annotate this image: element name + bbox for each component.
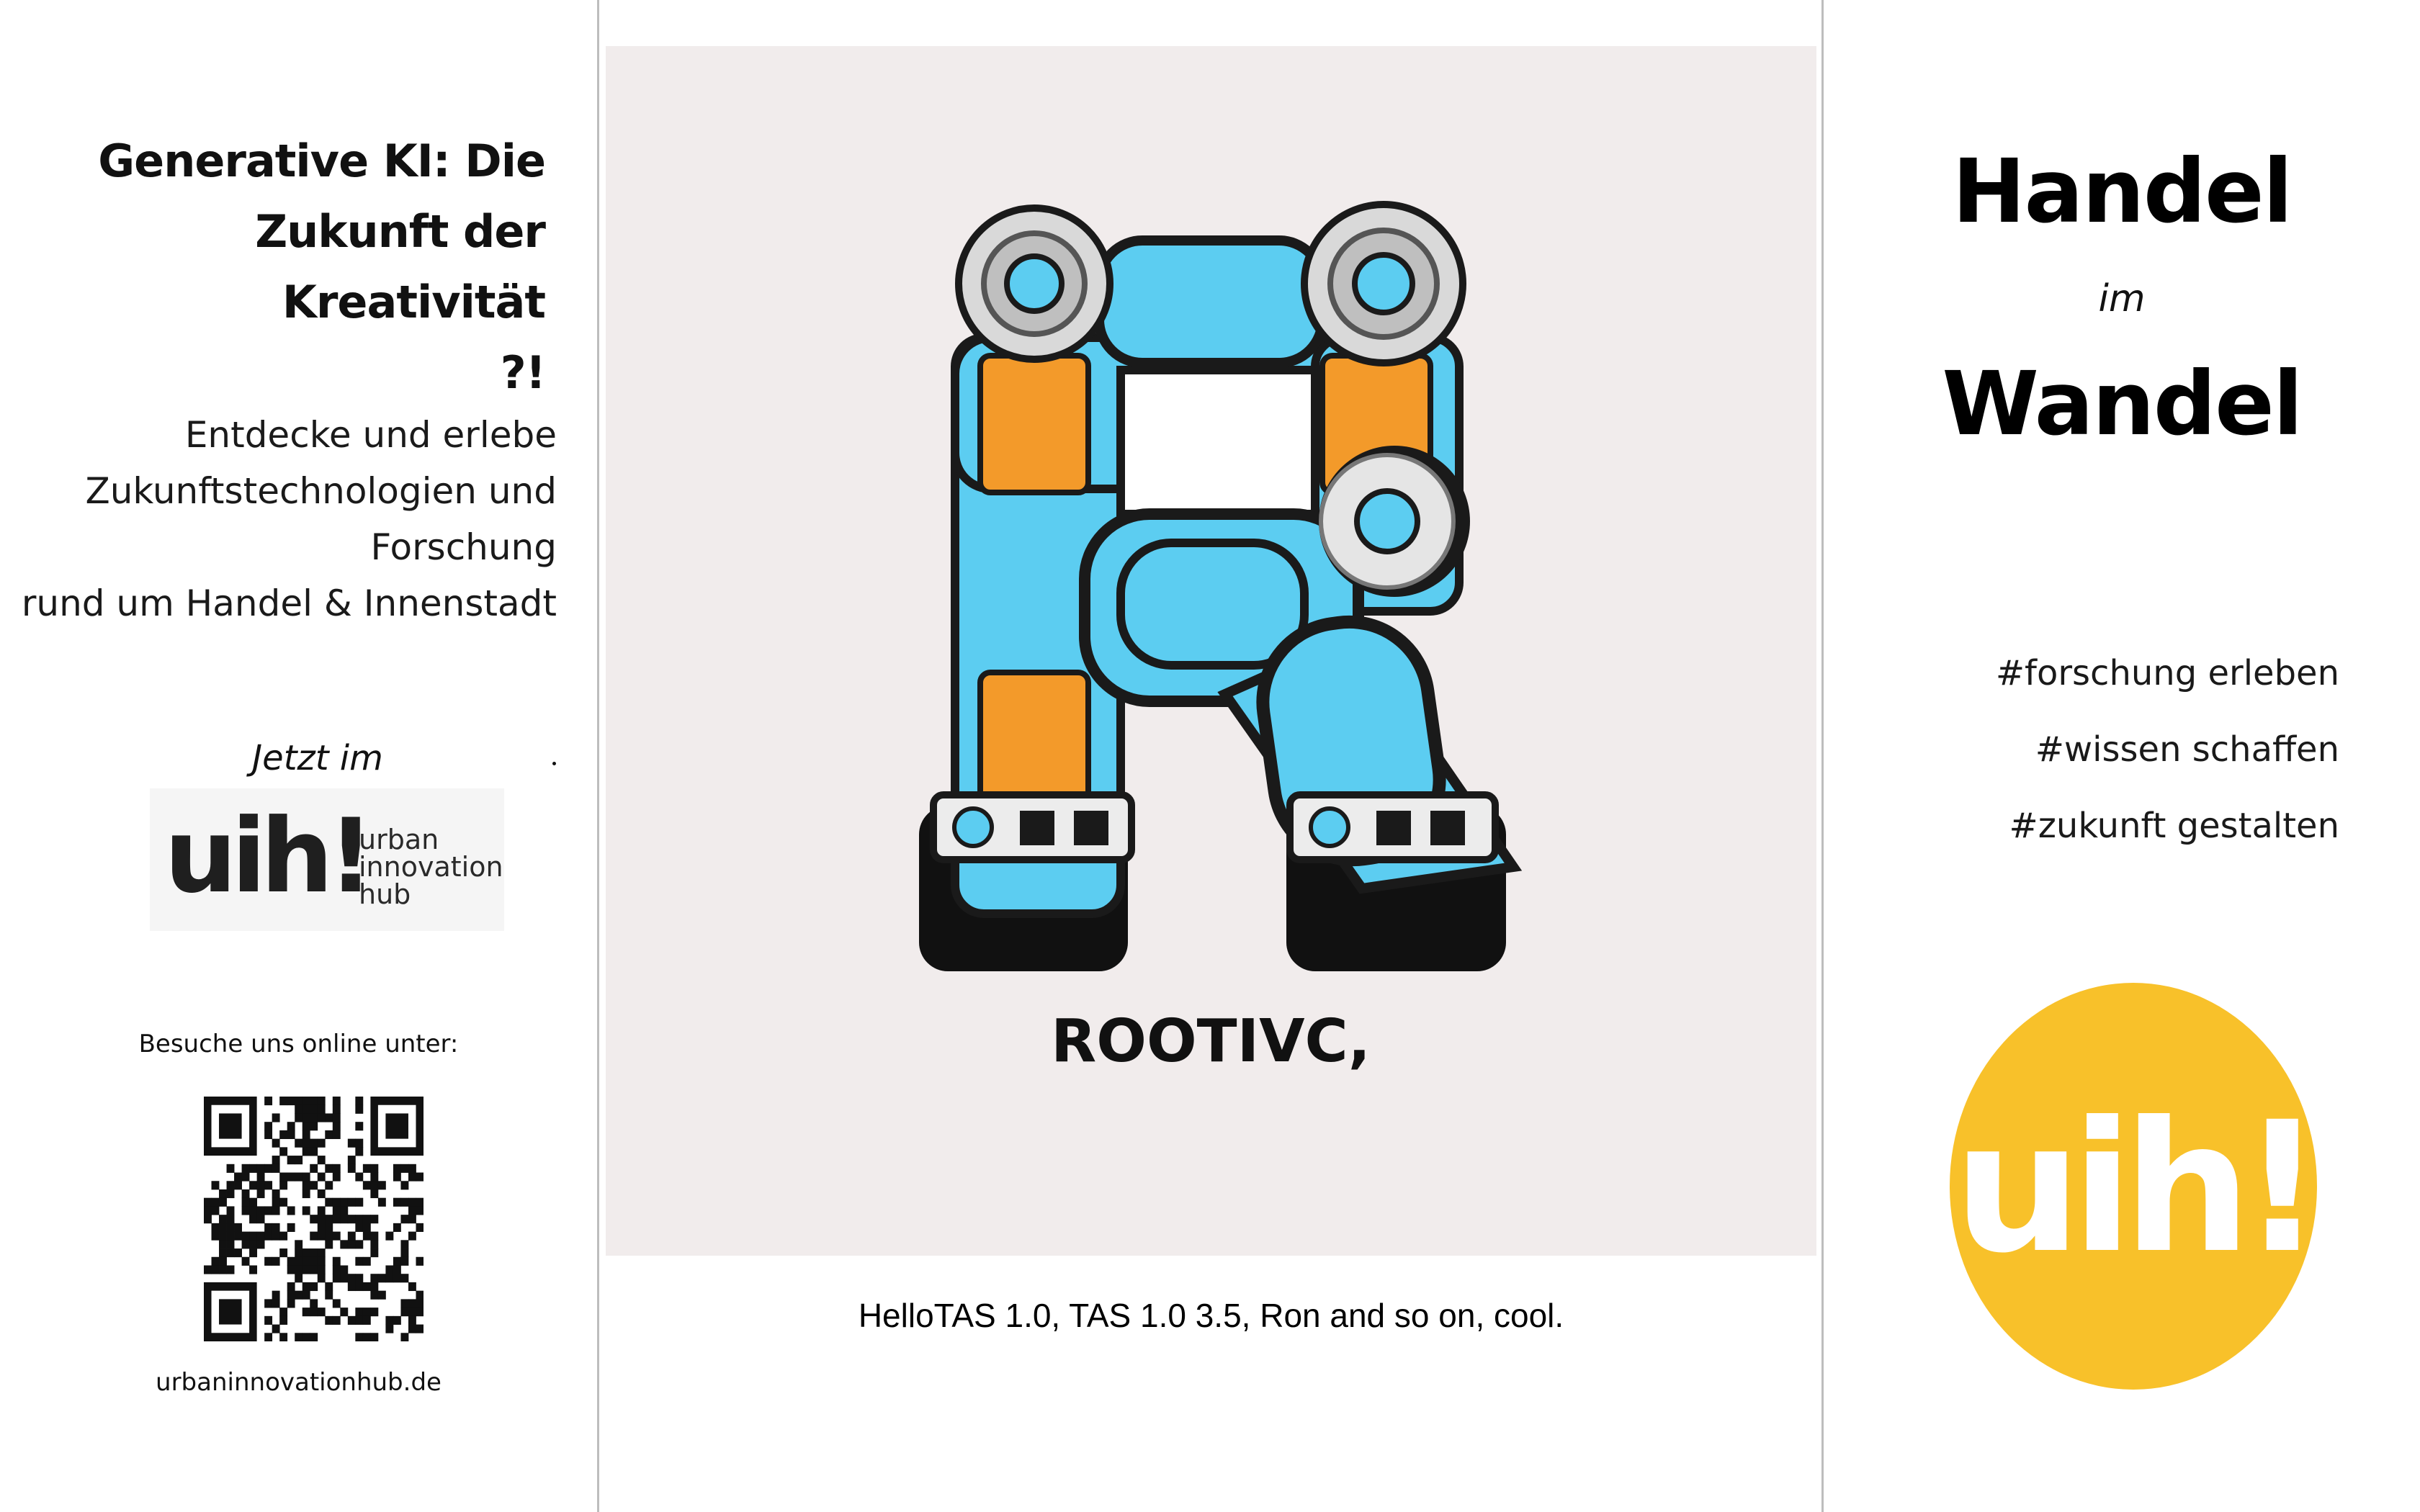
robot-r-artwork: ROOTIVC, [606, 46, 1816, 1256]
fold-divider [597, 0, 599, 1512]
logo-sub-line: urban [359, 824, 439, 855]
stray-dot [552, 762, 556, 765]
heading-line: Generative KI: Die [98, 135, 546, 187]
title-handel: Handel [1952, 140, 2293, 243]
heading-line: ?! [500, 346, 546, 399]
qr-code-image [204, 1097, 424, 1342]
title-im: im [2098, 277, 2146, 320]
hashtag: #zukunft gestalten [2009, 806, 2339, 846]
website-link[interactable]: urbaninnovationhub.de [0, 1368, 597, 1397]
badge-wordmark: uih! [1953, 1083, 2317, 1292]
hashtag-list: #forschung erleben #wissen schaffen #zuk… [1996, 635, 2339, 864]
intro-line: rund um Handel & Innenstadt [21, 582, 557, 624]
heading-line: Zukunft der Kreativität [255, 205, 546, 328]
robot-letter-r-illustration: ROOTIVC, [606, 46, 1816, 1256]
logo-subtitle: urban innovation hub [359, 826, 503, 908]
qr-code [204, 1097, 424, 1342]
intro-line: Zukunftstechnologien und [85, 470, 557, 512]
intro-text: Entdecke und erlebe Zukunftstechnologien… [9, 407, 557, 631]
hashtag: #wissen schaffen [2035, 729, 2339, 770]
right-panel: Handel im Wandel #forschung erleben #wis… [1824, 0, 2420, 1512]
title-wandel: Wandel [1942, 353, 2303, 455]
center-panel: ROOTIVC, HelloTAS 1.0, TAS 1.0 3.5, Ron … [600, 0, 1822, 1512]
now-label: Jetzt im [252, 738, 383, 778]
logo-sub-line: innovation [359, 851, 503, 883]
logo-sub-line: hub [359, 878, 411, 910]
uih-logo: uih! urban innovation hub [150, 788, 504, 931]
intro-line: Forschung [370, 526, 557, 568]
flyer-heading: Generative KI: Die Zukunft der Kreativit… [12, 126, 546, 408]
visit-label: Besuche uns online unter: [138, 1030, 459, 1058]
artwork-text: ROOTIVC, [1051, 1007, 1371, 1076]
hashtag: #forschung erleben [1995, 653, 2339, 693]
image-caption: HelloTAS 1.0, TAS 1.0 3.5, Ron and so on… [858, 1297, 1564, 1334]
intro-line: Entdecke und erlebe [184, 414, 557, 456]
left-panel: Generative KI: Die Zukunft der Kreativit… [0, 0, 597, 1512]
logo-wordmark: uih! [164, 797, 375, 916]
uih-badge: uih! [1950, 983, 2317, 1390]
